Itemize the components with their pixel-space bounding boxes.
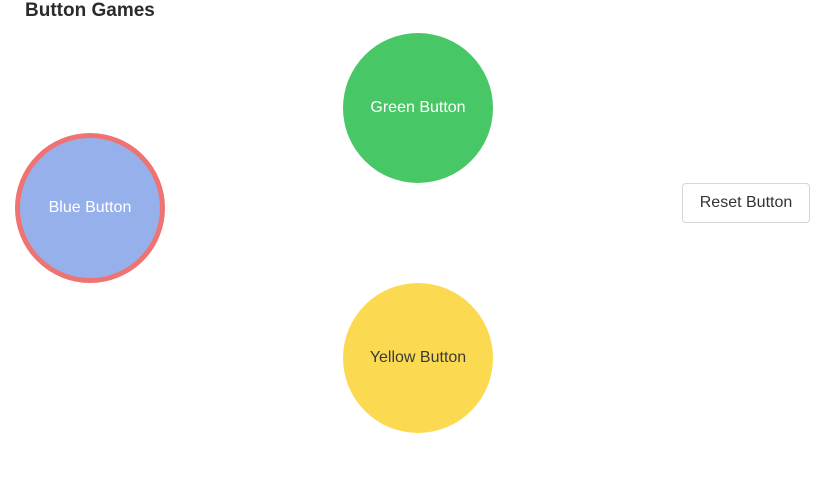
app-root: Button Games Green Button Blue Button Ye… [0, 0, 831, 496]
reset-button[interactable]: Reset Button [682, 183, 810, 223]
yellow-button[interactable]: Yellow Button [343, 283, 493, 433]
blue-button[interactable]: Blue Button [15, 133, 165, 283]
green-button[interactable]: Green Button [343, 33, 493, 183]
yellow-button-label: Yellow Button [369, 349, 467, 366]
blue-button-label: Blue Button [48, 199, 132, 216]
green-button-label: Green Button [370, 99, 466, 116]
reset-button-label: Reset Button [699, 194, 793, 211]
page-title: Button Games [25, 0, 155, 21]
